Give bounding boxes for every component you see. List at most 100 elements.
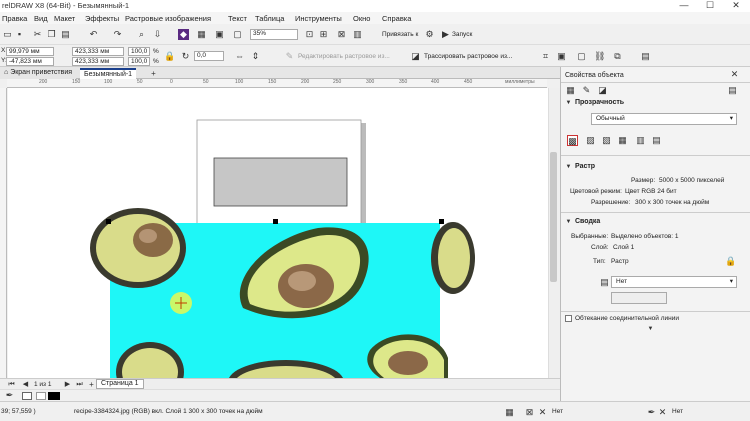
panel-close-icon[interactable]: ✕: [729, 69, 740, 80]
redo-icon[interactable]: ↷: [112, 29, 123, 40]
panel-options-icon[interactable]: ▤: [727, 85, 738, 96]
black-swatch[interactable]: [48, 392, 60, 400]
white-swatch[interactable]: [36, 392, 46, 400]
scale-width-field[interactable]: 100,0: [128, 47, 150, 56]
import-icon[interactable]: ⇩: [152, 29, 163, 40]
chevron-down-icon[interactable]: ▼: [645, 324, 656, 335]
trace-icon[interactable]: ◪: [410, 51, 421, 62]
edit-bitmap-icon[interactable]: ✎: [284, 51, 295, 62]
vector-pattern-icon[interactable]: ▦: [617, 135, 628, 146]
transparency-icon[interactable]: ◪: [597, 85, 608, 96]
menu-layout[interactable]: Макет: [54, 14, 75, 23]
wrap-offset-field[interactable]: [611, 292, 667, 304]
eyedropper-icon[interactable]: ✒: [4, 390, 15, 401]
launch-dropdown[interactable]: Запуск: [452, 31, 472, 38]
height-field[interactable]: 423,333 мм: [72, 57, 124, 66]
transparency-header: Прозрачность: [575, 99, 625, 106]
angle-field[interactable]: 0,0: [194, 51, 224, 61]
transparency-mode-select[interactable]: Обычный ▾: [591, 113, 737, 125]
menu-edit[interactable]: Правка: [2, 14, 27, 23]
close-button[interactable]: ✕: [724, 0, 748, 12]
edit-bitmap-button[interactable]: Редактировать растровое из...: [298, 53, 390, 60]
text-wrap-select[interactable]: Нет ▾: [611, 276, 737, 288]
menu-effects[interactable]: Эффекты: [85, 14, 119, 23]
zoom-page-icon[interactable]: ⊡: [304, 29, 315, 40]
zoom-selected-icon[interactable]: ⊠: [336, 29, 347, 40]
launcher-icon[interactable]: ▣: [214, 29, 225, 40]
fill-none-icon[interactable]: ⊠: [524, 407, 535, 418]
fill-icon[interactable]: ▦: [565, 85, 576, 96]
zoom-width-icon[interactable]: ⊞: [318, 29, 329, 40]
no-fill-swatch[interactable]: [22, 392, 32, 400]
cut-icon[interactable]: ✂: [32, 29, 43, 40]
corel-connect-icon[interactable]: ◆: [178, 29, 189, 40]
copy-icon[interactable]: ❐: [46, 29, 57, 40]
y-position-field[interactable]: -47,823 мм: [6, 57, 54, 66]
menu-help[interactable]: Справка: [382, 14, 411, 23]
minimize-button[interactable]: —: [672, 0, 696, 12]
ruler-tick: 50: [137, 79, 143, 85]
layer-label: Слой:: [591, 244, 609, 251]
trace-bitmap-button[interactable]: Трассировать растровое из...: [424, 53, 512, 60]
resample-icon[interactable]: ▣: [556, 51, 567, 62]
divider: [561, 311, 750, 312]
outline-icon[interactable]: ✎: [581, 85, 592, 96]
scale-height-field[interactable]: 100,0: [128, 57, 150, 66]
menu-table[interactable]: Таблица: [255, 14, 284, 23]
paste-icon[interactable]: ▤: [60, 29, 71, 40]
bitmap-frame-icon[interactable]: ▢: [576, 51, 587, 62]
fullscreen-icon[interactable]: ▢: [232, 29, 243, 40]
texture-icon[interactable]: ▤: [651, 135, 662, 146]
search-icon[interactable]: ⌕: [136, 29, 147, 40]
pdf-icon[interactable]: ▦: [196, 29, 207, 40]
rotate-icon[interactable]: ↻: [180, 51, 191, 62]
collapse-icon[interactable]: ▼: [563, 217, 574, 228]
ruler-tick: 0: [170, 79, 173, 85]
color-proof-icon[interactable]: ▦: [504, 407, 515, 418]
page-tab-1[interactable]: Страница 1: [96, 379, 144, 389]
ruler-tick: 50: [203, 79, 209, 85]
bitmap-image[interactable]: [90, 208, 475, 378]
snap-to-dropdown[interactable]: Привязать к: [382, 31, 418, 38]
x-position-field[interactable]: 99,979 мм: [6, 47, 54, 56]
no-transparency-icon[interactable]: ▩: [567, 135, 578, 146]
tab-document[interactable]: Безымянный-1: [80, 68, 137, 79]
mirror-v-icon[interactable]: ⇕: [250, 51, 261, 62]
bitmap-pattern-icon[interactable]: ▥: [635, 135, 646, 146]
mirror-h-icon[interactable]: ⇔: [234, 51, 245, 62]
collapse-icon[interactable]: ▼: [563, 162, 574, 173]
menu-window[interactable]: Окно: [353, 14, 370, 23]
object-properties-panel: Свойства объекта ✕ ▦ ✎ ◪ ▤ ▼ Прозрачност…: [560, 67, 750, 401]
outline-status: Нет: [672, 408, 684, 415]
gray-rectangle[interactable]: [213, 157, 348, 207]
save-icon[interactable]: ▪: [14, 29, 25, 40]
launch-icon[interactable]: ▶: [440, 29, 451, 40]
lock-ratio-icon[interactable]: 🔒: [164, 51, 175, 62]
drawing-canvas[interactable]: [8, 88, 548, 378]
menu-tools[interactable]: Инструменты: [295, 14, 342, 23]
fountain-transparency-icon[interactable]: ▧: [601, 135, 612, 146]
gear-icon[interactable]: ⚙: [424, 29, 435, 40]
ruler-toggle-icon[interactable]: ▥: [352, 29, 363, 40]
link-icon[interactable]: ⛓: [594, 51, 605, 62]
crop-icon[interactable]: ⌗: [540, 51, 551, 62]
maximize-button[interactable]: ☐: [698, 0, 722, 12]
menu-text[interactable]: Текст: [228, 14, 247, 23]
tab-welcome[interactable]: ⌂ Экран приветствия: [0, 68, 77, 79]
collapse-icon[interactable]: ▼: [563, 98, 574, 109]
undo-icon[interactable]: ↶: [88, 29, 99, 40]
width-field[interactable]: 423,333 мм: [72, 47, 124, 56]
zoom-select[interactable]: 35%: [250, 29, 298, 40]
wrap-text-icon[interactable]: ▤: [640, 51, 651, 62]
menu-bitmaps[interactable]: Растровые изображения: [125, 14, 211, 23]
unlink-icon[interactable]: ⧉: [612, 51, 623, 62]
open-icon[interactable]: ▭: [2, 29, 13, 40]
menu-view[interactable]: Вид: [34, 14, 48, 23]
wrap-paragraph-icon: ▤: [600, 277, 609, 287]
lock-icon[interactable]: 🔒: [725, 256, 736, 267]
new-tab-icon[interactable]: +: [148, 68, 159, 79]
scrollbar-thumb[interactable]: [550, 152, 557, 282]
connector-wrap-checkbox[interactable]: [565, 315, 572, 322]
outline-pen-icon[interactable]: ✒: [646, 407, 657, 418]
uniform-transparency-icon[interactable]: ▨: [585, 135, 596, 146]
